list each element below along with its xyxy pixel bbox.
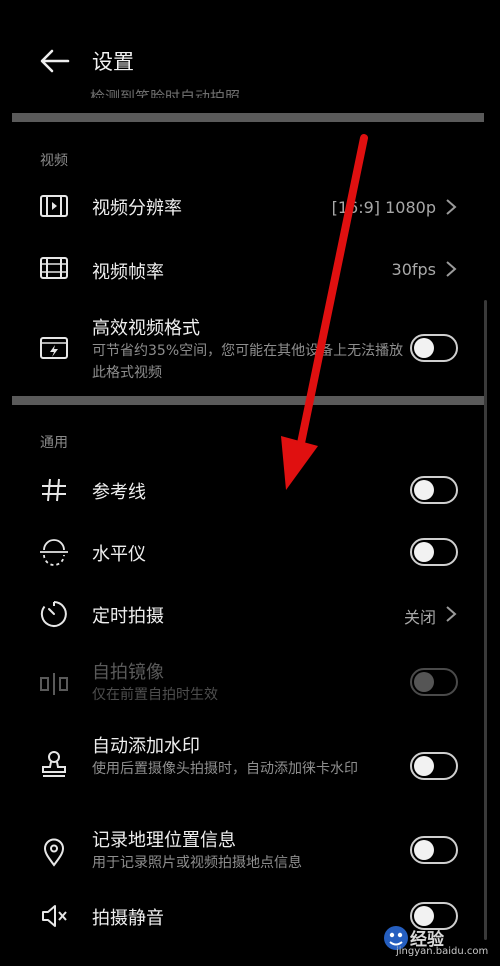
- setting-label: 自动添加水印: [92, 736, 200, 757]
- stamp-icon: [42, 751, 66, 777]
- section-divider: [12, 396, 484, 405]
- back-arrow-icon[interactable]: [38, 44, 72, 78]
- setting-timer[interactable]: 定时拍摄 关闭: [0, 590, 480, 638]
- video-resolution-icon: [40, 195, 68, 217]
- section-label-general: 通用: [40, 435, 68, 451]
- video-framerate-icon: [40, 257, 68, 279]
- location-toggle[interactable]: [410, 836, 458, 864]
- chevron-right-icon: [446, 606, 457, 622]
- setting-efficient-video-format: 高效视频格式 可节省约35%空间，您可能在其他设备上无法播放此格式视频: [0, 312, 480, 388]
- setting-label: 定时拍摄: [92, 606, 164, 627]
- efficient-format-toggle[interactable]: [410, 334, 458, 362]
- setting-label: 拍摄静音: [92, 908, 164, 929]
- setting-label: 记录地理位置信息: [92, 830, 236, 851]
- auto-watermark-toggle[interactable]: [410, 752, 458, 780]
- setting-label: 参考线: [92, 482, 146, 503]
- setting-label: 高效视频格式: [92, 318, 200, 339]
- mute-speaker-icon: [42, 905, 67, 927]
- setting-description: 仅在前置自拍时生效: [92, 687, 218, 703]
- setting-label: 自拍镜像: [92, 662, 164, 683]
- setting-video-framerate[interactable]: 视频帧率 30fps: [0, 244, 480, 294]
- setting-description: 使用后置摄像头拍摄时，自动添加徕卡水印: [92, 761, 358, 777]
- chevron-right-icon: [446, 199, 457, 215]
- setting-label: 视频分辨率: [92, 198, 182, 219]
- setting-selfie-mirror: 自拍镜像 仅在前置自拍时生效: [0, 658, 480, 714]
- setting-gridlines: 参考线: [0, 466, 480, 514]
- page-title: 设置: [92, 50, 134, 74]
- level-toggle[interactable]: [410, 538, 458, 566]
- selfie-mirror-toggle: [410, 668, 458, 696]
- app-header: 设置 检测到笑脸时自动拍照: [0, 0, 500, 120]
- watermark-url: jingyan.baidu.com: [396, 946, 489, 957]
- timer-icon: [40, 601, 67, 627]
- setting-value: 30fps: [391, 260, 436, 279]
- chevron-right-icon: [446, 261, 457, 277]
- section-label-video: 视频: [40, 153, 68, 169]
- setting-location: 记录地理位置信息 用于记录照片或视频拍摄地点信息: [0, 826, 480, 876]
- setting-auto-watermark: 自动添加水印 使用后置摄像头拍摄时，自动添加徕卡水印: [0, 732, 480, 804]
- setting-description: 用于记录照片或视频拍摄地点信息: [92, 855, 302, 871]
- setting-video-resolution[interactable]: 视频分辨率 [16:9] 1080p: [0, 182, 480, 232]
- efficient-video-icon: [40, 337, 68, 359]
- grid-icon: [42, 478, 66, 502]
- setting-value: 关闭: [403, 608, 436, 627]
- setting-description: 可节省约35%空间，您可能在其他设备上无法播放此格式视频: [92, 343, 404, 381]
- location-pin-icon: [43, 838, 65, 867]
- setting-label: 视频帧率: [92, 262, 164, 283]
- gridlines-toggle[interactable]: [410, 476, 458, 504]
- scrollbar[interactable]: [484, 300, 487, 940]
- mirror-icon: [40, 673, 68, 695]
- setting-label: 水平仪: [92, 544, 146, 565]
- clipped-setting-text: 检测到笑脸时自动拍照: [90, 88, 241, 98]
- setting-level: 水平仪: [0, 528, 480, 576]
- level-icon: [40, 539, 68, 566]
- setting-value: [16:9] 1080p: [331, 198, 436, 217]
- section-divider: [12, 113, 484, 122]
